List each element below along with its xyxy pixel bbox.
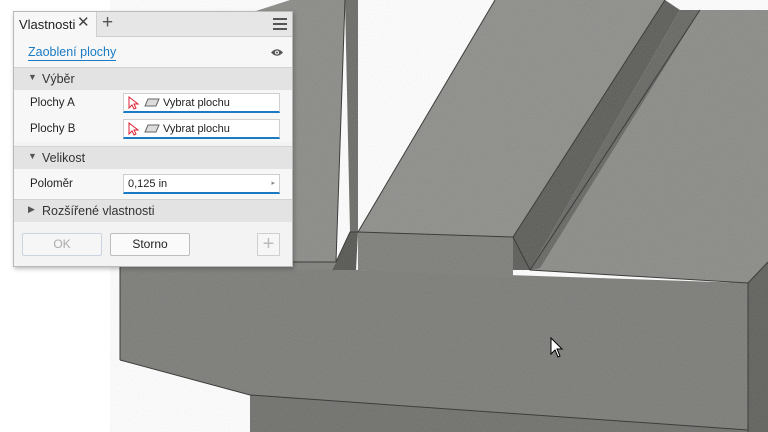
radius-row: Poloměr 0,125 in ▸ <box>14 169 292 199</box>
hamburger-menu-icon[interactable] <box>273 18 287 30</box>
properties-panel: Vlastnosti ✕ + Zaoblení plochy ▼ Výběr P… <box>13 11 293 267</box>
cancel-button[interactable]: Storno <box>110 233 190 256</box>
command-header: Zaoblení plochy <box>14 37 292 67</box>
panel-tab-bar: Vlastnosti ✕ + <box>14 12 292 37</box>
face-icon <box>144 98 160 107</box>
eye-icon[interactable] <box>270 48 284 57</box>
close-icon[interactable]: ✕ <box>77 15 90 31</box>
section-size-title: Velikost <box>42 151 86 165</box>
ok-button[interactable]: OK <box>22 233 102 256</box>
section-advanced[interactable]: ▶ Rozšířené vlastnosti <box>14 199 292 222</box>
apply-plus-icon[interactable]: + <box>257 233 280 256</box>
tab-properties[interactable]: Vlastnosti ✕ <box>14 12 97 37</box>
section-size[interactable]: ▼ Velikost <box>14 146 292 169</box>
section-advanced-title: Rozšířené vlastnosti <box>42 204 155 218</box>
face-icon <box>144 124 160 133</box>
add-tab-icon[interactable]: + <box>102 13 113 33</box>
faces-a-label: Plochy A <box>30 97 75 109</box>
expand-arrow-icon[interactable]: ▶ <box>28 204 35 215</box>
section-selection-title: Výběr <box>42 72 75 86</box>
spin-arrow-icon[interactable]: ▸ <box>271 179 275 187</box>
collapse-arrow-icon[interactable]: ▼ <box>28 72 37 82</box>
button-row: OK Storno + <box>14 228 292 266</box>
faces-b-row: Plochy B Vybrat plochu <box>14 116 292 142</box>
radius-value: 0,125 in <box>128 178 168 190</box>
faces-b-value: Vybrat plochu <box>163 123 230 135</box>
radius-input[interactable]: 0,125 in ▸ <box>123 174 280 194</box>
section-selection[interactable]: ▼ Výběr <box>14 67 292 90</box>
faces-b-selector[interactable]: Vybrat plochu <box>123 119 280 139</box>
command-name-link[interactable]: Zaoblení plochy <box>28 45 117 61</box>
faces-b-label: Plochy B <box>30 123 76 135</box>
faces-a-row: Plochy A Vybrat plochu <box>14 90 292 116</box>
collapse-arrow-icon[interactable]: ▼ <box>28 151 37 161</box>
select-cursor-icon <box>128 96 140 110</box>
radius-label: Poloměr <box>30 178 73 190</box>
select-cursor-icon <box>128 122 140 136</box>
tab-properties-label: Vlastnosti <box>19 17 76 32</box>
faces-a-value: Vybrat plochu <box>163 97 230 109</box>
faces-a-selector[interactable]: Vybrat plochu <box>123 93 280 113</box>
